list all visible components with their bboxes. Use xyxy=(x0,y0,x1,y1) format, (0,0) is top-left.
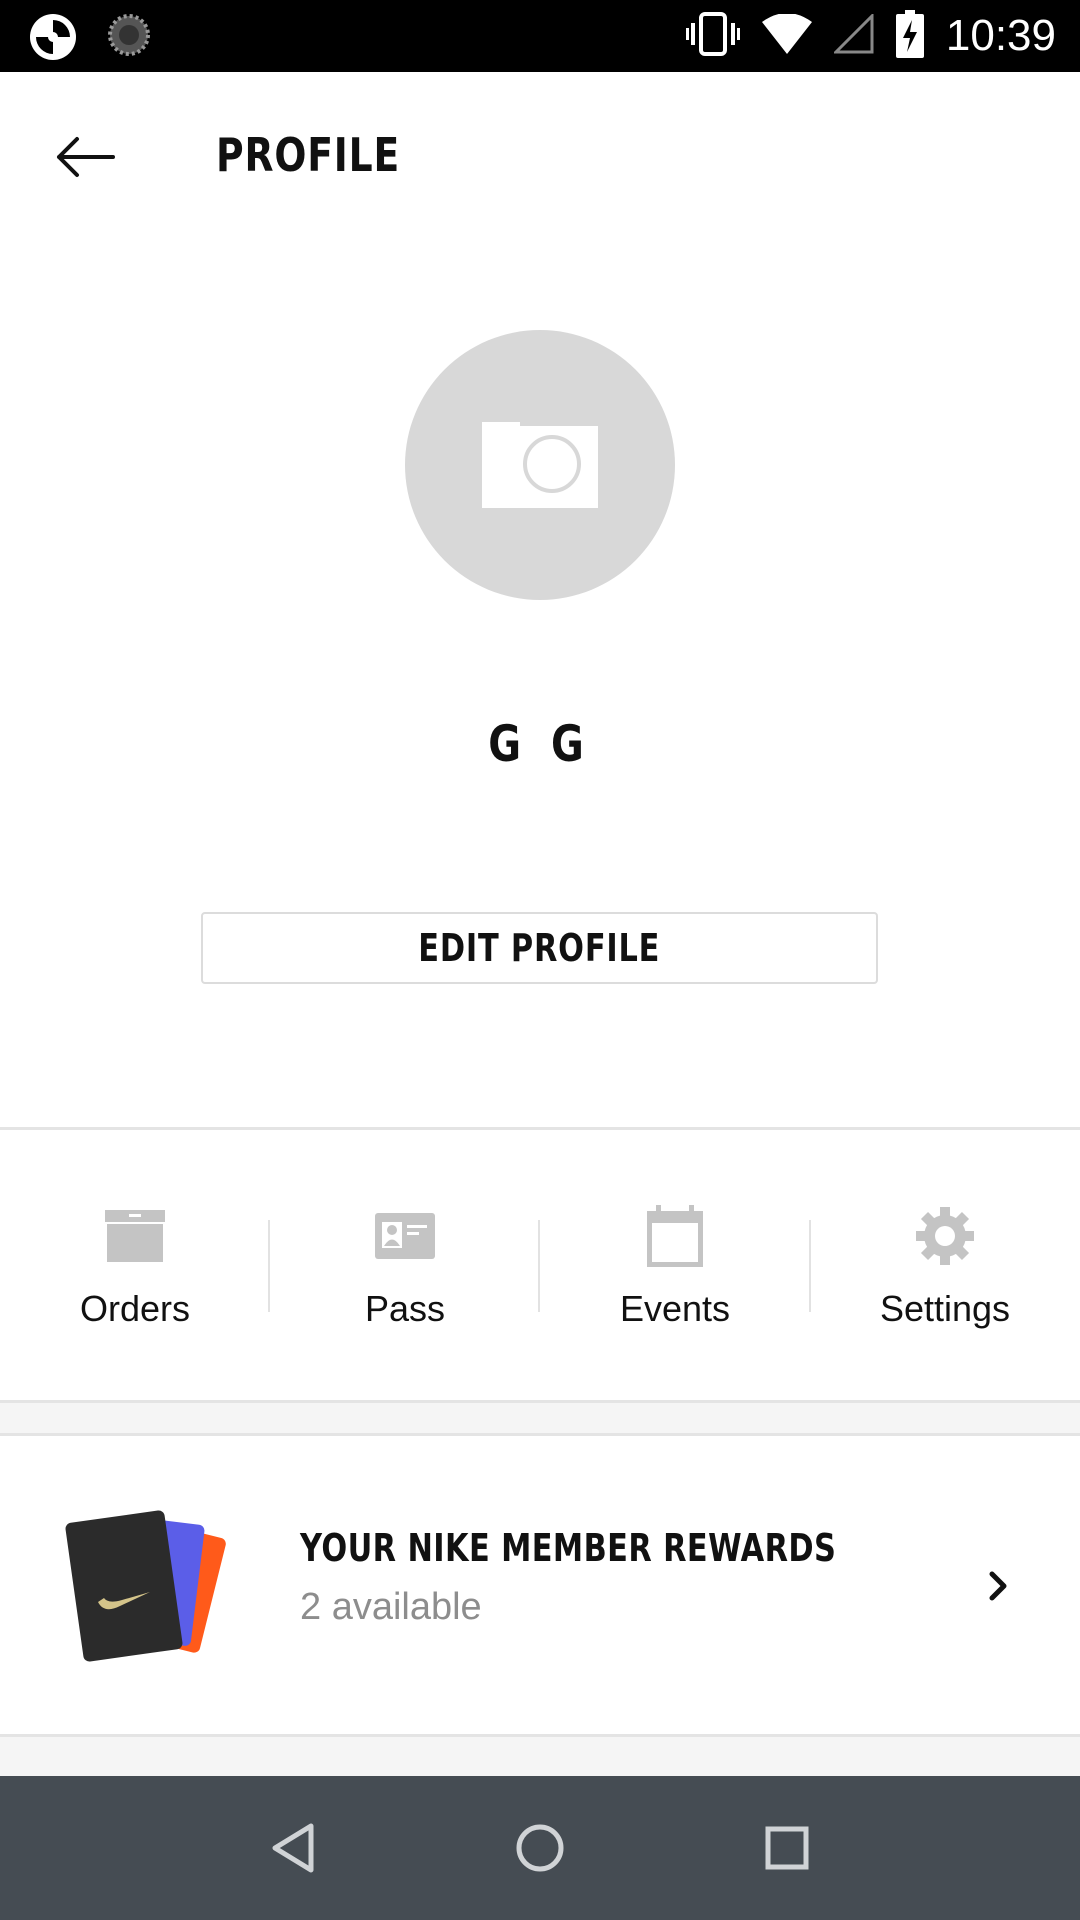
app-shutter-icon xyxy=(28,12,78,67)
gear-icon xyxy=(910,1205,980,1267)
quick-link-separator xyxy=(809,1220,811,1312)
app-bar: PROFILE xyxy=(0,72,1080,242)
reward-cards-icon xyxy=(64,1508,244,1668)
recents-square-icon xyxy=(765,1826,809,1870)
section-divider xyxy=(0,1400,1080,1436)
nav-home-button[interactable] xyxy=(495,1803,585,1893)
rewards-subtitle: 2 available xyxy=(300,1586,482,1628)
quick-link-settings[interactable]: Settings xyxy=(810,1130,1080,1400)
status-bar-right: 10:39 xyxy=(685,0,1056,72)
system-nav-bar xyxy=(0,1776,1080,1920)
quick-link-orders[interactable]: Orders xyxy=(0,1130,270,1400)
calendar-icon xyxy=(640,1205,710,1267)
rewards-title: YOUR NIKE MEMBER REWARDS xyxy=(300,1526,837,1570)
quick-link-separator xyxy=(538,1220,540,1312)
signal-icon xyxy=(832,11,874,59)
quick-link-separator xyxy=(268,1220,270,1312)
chevron-right-icon xyxy=(984,1568,1014,1604)
edit-profile-label: EDIT PROFILE xyxy=(418,926,661,970)
home-circle-icon xyxy=(516,1824,564,1872)
loading-icon xyxy=(106,12,152,67)
quick-link-label: Orders xyxy=(79,1288,191,1329)
avatar-photo-button[interactable] xyxy=(405,330,675,600)
quick-links: Orders Pass Events Settings xyxy=(0,1130,1080,1400)
section-divider xyxy=(0,1734,1080,1776)
quick-link-events[interactable]: Events xyxy=(540,1130,810,1400)
quick-link-label: Pass xyxy=(364,1288,446,1329)
id-card-icon xyxy=(370,1205,440,1267)
battery-charging-icon xyxy=(895,9,924,63)
member-rewards-row[interactable]: YOUR NIKE MEMBER REWARDS 2 available xyxy=(0,1436,1080,1734)
page-title: PROFILE xyxy=(216,128,401,182)
vibrate-icon xyxy=(685,11,740,62)
user-name: G G xyxy=(488,715,592,773)
edit-profile-button[interactable]: EDIT PROFILE xyxy=(201,912,878,984)
camera-icon xyxy=(482,422,598,508)
quick-link-label: Settings xyxy=(879,1288,1011,1329)
nav-back-button[interactable] xyxy=(248,1803,338,1893)
back-triangle-icon xyxy=(272,1823,314,1873)
box-icon xyxy=(100,1205,170,1267)
nav-recents-button[interactable] xyxy=(742,1803,832,1893)
back-button[interactable] xyxy=(40,122,130,192)
status-bar-left xyxy=(28,12,152,67)
wifi-icon xyxy=(761,12,812,59)
quick-link-pass[interactable]: Pass xyxy=(270,1130,540,1400)
status-time: 10:39 xyxy=(945,11,1056,60)
arrow-left-icon xyxy=(57,137,115,177)
quick-link-label: Events xyxy=(619,1288,731,1329)
status-bar: 10:39 xyxy=(0,0,1080,72)
